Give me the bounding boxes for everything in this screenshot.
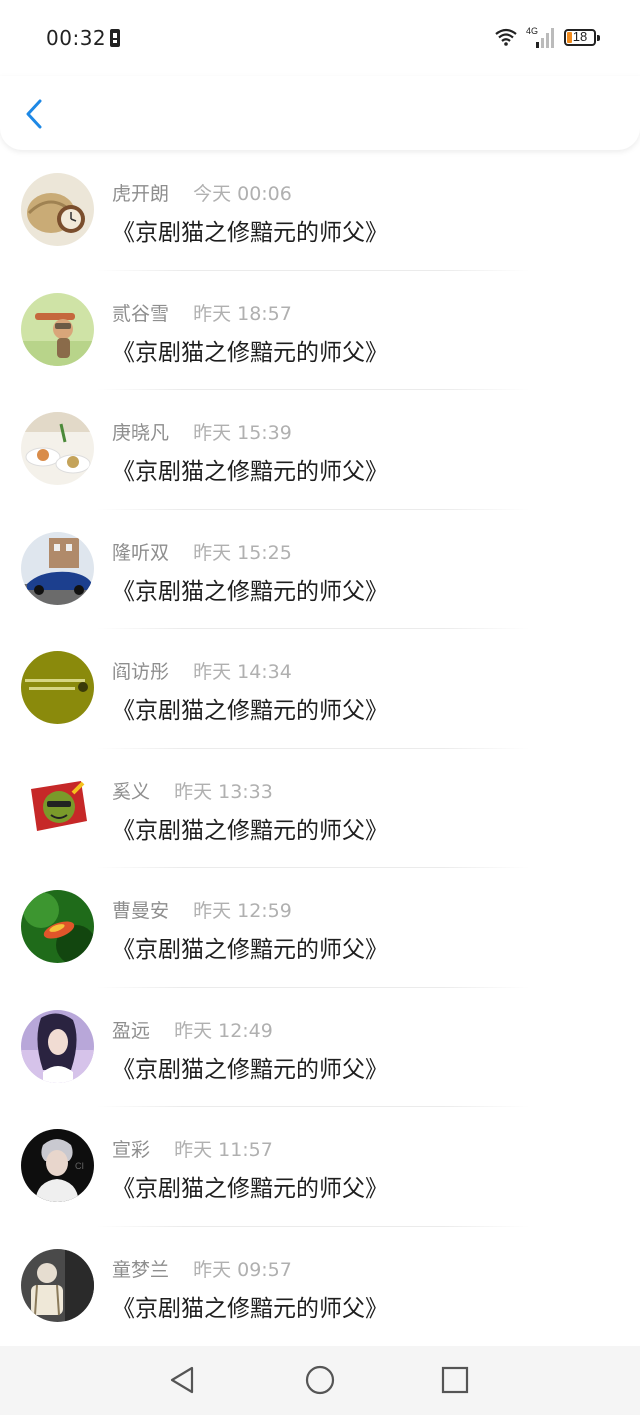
battery-icon: 18: [564, 28, 600, 46]
sender-name: 童梦兰: [112, 1258, 170, 1281]
list-item[interactable]: 奚义 昨天 13:33 《京剧猫之修黯元的师父》: [0, 749, 640, 868]
list-item[interactable]: 隆听双 昨天 15:25 《京剧猫之修黯元的师父》: [0, 510, 640, 629]
sender-name: 庚晓凡: [112, 422, 170, 444]
sender-name: 盈远: [112, 1019, 151, 1042]
sender-name: 奚义: [112, 780, 151, 803]
sender-name: 贰谷雪: [112, 302, 170, 325]
list-item[interactable]: 盈远 昨天 12:49 《京剧猫之修黯元的师父》: [0, 988, 640, 1107]
status-time: 00:32: [46, 26, 107, 50]
list-item[interactable]: 阎访彤 昨天 14:34 《京剧猫之修黯元的师父》: [0, 629, 640, 749]
item-meta: 宣彩 昨天 11:57: [112, 1135, 273, 1162]
item-meta: 童梦兰 昨天 09:57: [112, 1255, 292, 1282]
message-text: 《京剧猫之修黯元的师父》: [112, 339, 388, 366]
item-meta: 曹曼安 昨天 12:59: [112, 896, 292, 923]
message-text: 《京剧猫之修黯元的师父》: [112, 578, 388, 605]
sender-name: 虎开朗: [112, 183, 170, 205]
status-icons: 4G 18: [494, 24, 600, 50]
message-time: 昨天 12:59: [193, 900, 292, 922]
sender-name: 阎访彤: [112, 661, 170, 683]
avatar[interactable]: CI: [21, 1129, 94, 1202]
message-time: 昨天 15:25: [193, 541, 292, 564]
message-text: 《京剧猫之修黯元的师父》: [112, 1176, 388, 1202]
item-meta: 奚义 昨天 13:33: [112, 777, 273, 804]
wifi-icon: [495, 28, 517, 46]
message-text: 《京剧猫之修黯元的师父》: [112, 817, 388, 844]
avatar[interactable]: [21, 1248, 94, 1322]
sender-name: 宣彩: [112, 1139, 151, 1161]
avatar[interactable]: [21, 412, 94, 485]
top-app-bar: [0, 76, 640, 150]
message-time: 今天 00:06: [193, 183, 292, 205]
battery-level: 18: [572, 28, 588, 44]
list-item[interactable]: 曹曼安 昨天 12:59 《京剧猫之修黯元的师父》: [0, 868, 640, 988]
sender-name: 曹曼安: [112, 900, 170, 922]
item-meta: 隆听双 昨天 15:25: [112, 538, 292, 565]
message-time: 昨天 18:57: [193, 302, 292, 325]
message-list: 虎开朗 今天 00:06 《京剧猫之修黯元的师父》 贰谷雪 昨天 18:57 《…: [0, 151, 640, 1346]
message-time: 昨天 14:34: [193, 661, 292, 683]
chevron-left-icon[interactable]: [20, 96, 50, 132]
square-recents-icon[interactable]: [437, 1362, 473, 1398]
message-time: 昨天 11:57: [174, 1139, 273, 1161]
sim-card-icon: [110, 29, 120, 47]
message-text: 《京剧猫之修黯元的师父》: [112, 1295, 388, 1322]
item-meta: 阎访彤 昨天 14:34: [112, 657, 292, 684]
svg-text:CI: CI: [75, 1161, 84, 1171]
signal-icon: 4G: [526, 26, 554, 48]
list-item[interactable]: 贰谷雪 昨天 18:57 《京剧猫之修黯元的师父》: [0, 271, 640, 390]
list-item[interactable]: 虎开朗 今天 00:06 《京剧猫之修黯元的师父》: [0, 151, 640, 271]
avatar[interactable]: [21, 173, 94, 246]
item-meta: 虎开朗 今天 00:06: [112, 179, 292, 206]
system-nav-bar: [0, 1346, 640, 1415]
avatar[interactable]: [21, 651, 94, 724]
item-meta: 盈远 昨天 12:49: [112, 1016, 273, 1043]
avatar[interactable]: [21, 770, 94, 844]
status-bar: 00:32 4G 18: [0, 0, 640, 76]
item-meta: 贰谷雪 昨天 18:57: [112, 299, 292, 326]
item-meta: 庚晓凡 昨天 15:39: [112, 418, 292, 445]
message-text: 《京剧猫之修黯元的师父》: [112, 698, 388, 724]
list-item[interactable]: CI 宣彩 昨天 11:57 《京剧猫之修黯元的师父》: [0, 1107, 640, 1227]
triangle-back-icon[interactable]: [164, 1362, 200, 1398]
message-text: 《京剧猫之修黯元的师父》: [112, 220, 388, 246]
message-time: 昨天 09:57: [193, 1258, 292, 1281]
network-type-label: 4G: [526, 26, 538, 36]
sender-name: 隆听双: [112, 541, 170, 564]
avatar[interactable]: [21, 292, 94, 366]
message-text: 《京剧猫之修黯元的师父》: [112, 459, 388, 485]
circle-home-icon[interactable]: [302, 1362, 338, 1398]
message-time: 昨天 13:33: [174, 780, 273, 803]
message-time: 昨天 15:39: [193, 422, 292, 444]
avatar[interactable]: [21, 531, 94, 605]
message-text: 《京剧猫之修黯元的师父》: [112, 937, 388, 963]
avatar[interactable]: [21, 1009, 94, 1083]
list-item[interactable]: 童梦兰 昨天 09:57 《京剧猫之修黯元的师父》: [0, 1227, 640, 1347]
message-time: 昨天 12:49: [174, 1019, 273, 1042]
message-text: 《京剧猫之修黯元的师父》: [112, 1056, 388, 1083]
avatar[interactable]: [21, 890, 94, 963]
list-item[interactable]: 庚晓凡 昨天 15:39 《京剧猫之修黯元的师父》: [0, 390, 640, 510]
